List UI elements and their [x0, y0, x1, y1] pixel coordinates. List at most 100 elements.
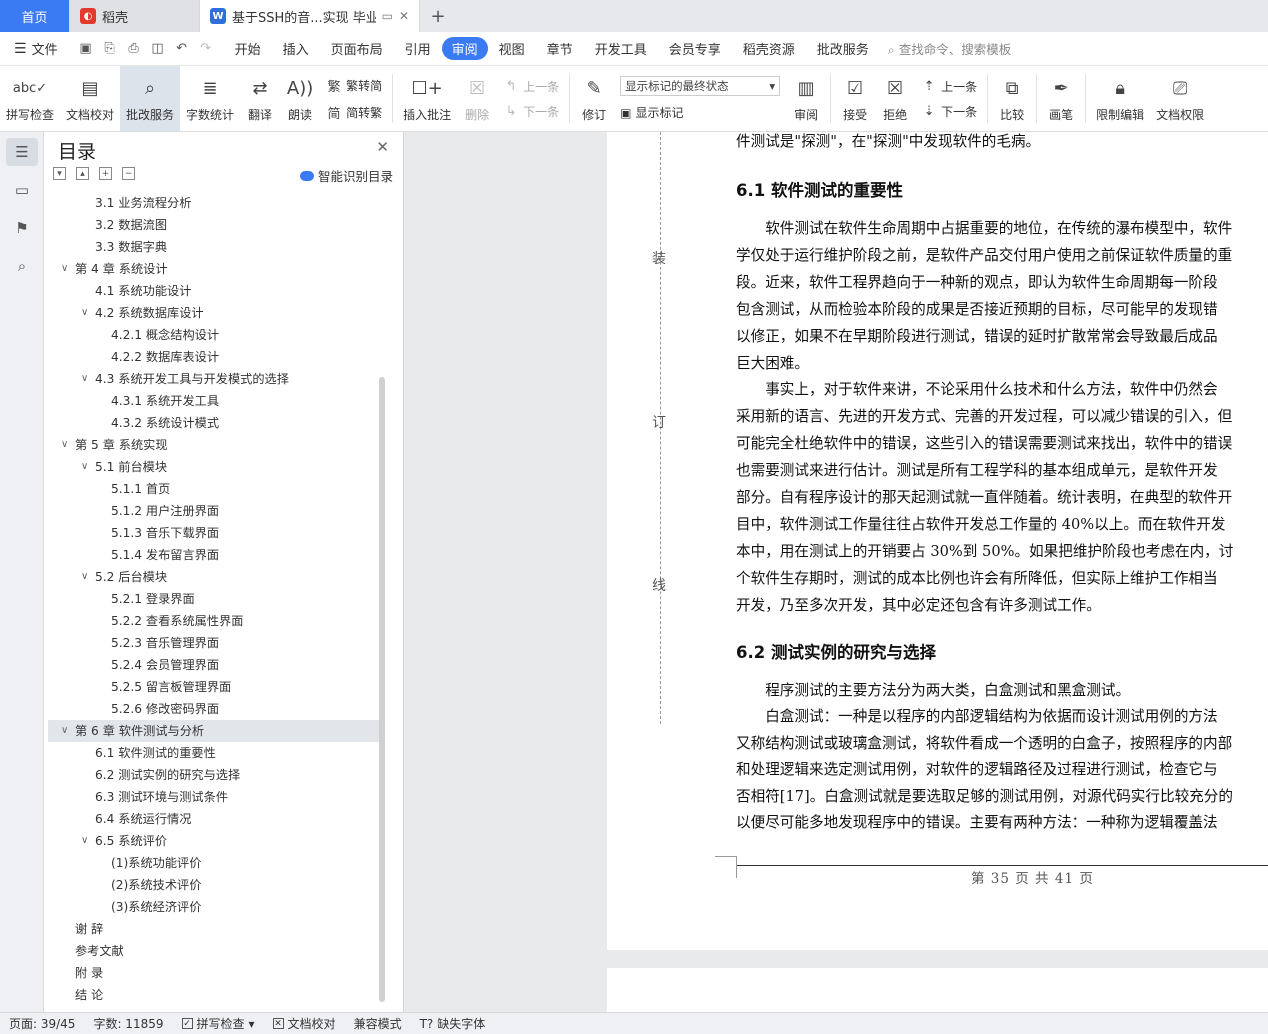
menu-tab[interactable]: 批改服务 — [806, 37, 880, 60]
toc-item[interactable]: 3.3 数据字典 — [48, 236, 380, 258]
toc-panel-icon[interactable]: ☰ — [6, 138, 38, 166]
chevron-down-icon[interactable]: ∨ — [81, 456, 88, 478]
toc-item[interactable]: (2)系统技术评价 — [48, 874, 380, 896]
toc-item[interactable]: ∨ 5.1 前台模块 — [48, 456, 380, 478]
next-comment-button[interactable]: ↳ 下一条 — [503, 103, 559, 120]
remove-heading-icon[interactable]: − — [122, 167, 135, 180]
delete-comment-button[interactable]: ☒ 删除 — [457, 66, 497, 131]
word-count-button[interactable]: ≣ 字数统计 — [180, 66, 240, 131]
toc-item[interactable]: 5.2.6 修改密码界面 — [48, 698, 380, 720]
doc-check-status[interactable]: ✕ 文档校对 — [264, 1015, 345, 1032]
prev-comment-button[interactable]: ↰ 上一条 — [503, 78, 559, 95]
expand-all-icon[interactable]: ▾ — [53, 167, 66, 180]
menu-tab[interactable]: 稻壳资源 — [732, 37, 806, 60]
doc-rights-button[interactable]: ⎚ 文档权限 — [1150, 66, 1210, 131]
review-pane-button[interactable]: ▥ 审阅 — [786, 66, 826, 131]
toc-item[interactable]: ∨ 4.3 系统开发工具与开发模式的选择 — [48, 368, 380, 390]
new-tab-button[interactable]: + — [420, 0, 456, 32]
toc-item[interactable]: 5.2.3 音乐管理界面 — [48, 632, 380, 654]
toc-item[interactable]: 4.3.1 系统开发工具 — [48, 390, 380, 412]
menu-tab[interactable]: 开发工具 — [584, 37, 658, 60]
next-page[interactable] — [607, 968, 1268, 1012]
bookmark-icon[interactable]: ⚑ — [6, 214, 38, 242]
toc-item[interactable]: 5.2.1 登录界面 — [48, 588, 380, 610]
toc-item[interactable]: 5.2.5 留言板管理界面 — [48, 676, 380, 698]
doc-check-button[interactable]: ▤ 文档校对 — [60, 66, 120, 131]
menu-tab[interactable]: 审阅 — [441, 37, 488, 60]
document-page[interactable]: 装 订 线 件测试是"探测"，在"探测"中发现软件的毛病。 6.1 软件测试的重要… — [607, 132, 1268, 950]
toc-item[interactable]: 结 论 — [48, 984, 380, 1006]
toc-item[interactable]: 5.1.3 音乐下载界面 — [48, 522, 380, 544]
toc-item[interactable]: 4.2.2 数据库表设计 — [48, 346, 380, 368]
toc-item[interactable]: 5.1.1 首页 — [48, 478, 380, 500]
add-heading-icon[interactable]: + — [99, 167, 112, 180]
toc-item[interactable]: 附 录 — [48, 962, 380, 984]
menu-tab[interactable]: 会员专享 — [658, 37, 732, 60]
toc-item[interactable]: ∨ 4.2 系统数据库设计 — [48, 302, 380, 324]
show-markup-button[interactable]: ▣ 显示标记 — [620, 104, 780, 121]
page-indicator[interactable]: 页面: 39/45 — [0, 1015, 84, 1032]
toc-item[interactable]: ∨ 第 4 章 系统设计 — [48, 258, 380, 280]
chapter-nav-icon[interactable]: ▭ — [6, 176, 38, 204]
toc-item[interactable]: 谢 辞 — [48, 918, 380, 940]
track-changes-button[interactable]: ✎ 修订 — [574, 66, 614, 131]
read-aloud-button[interactable]: A)) 朗读 — [280, 66, 320, 131]
menu-tab[interactable]: 章节 — [536, 37, 584, 60]
chevron-down-icon[interactable]: ∨ — [81, 302, 88, 324]
pen-button[interactable]: ✒ 画笔 — [1041, 66, 1081, 131]
save-icon[interactable]: ▣ — [78, 41, 94, 56]
toc-item[interactable]: 5.1.2 用户注册界面 — [48, 500, 380, 522]
reject-button[interactable]: ☒ 拒绝 — [875, 66, 915, 131]
next-change-button[interactable]: ⇣ 下一条 — [921, 103, 977, 120]
file-menu[interactable]: ☰ 文件 — [0, 39, 68, 59]
missing-font-status[interactable]: T? 缺失字体 — [411, 1015, 495, 1032]
toc-item[interactable]: (1)系统功能评价 — [48, 852, 380, 874]
search-icon[interactable]: ⌕ — [6, 252, 38, 280]
chevron-down-icon[interactable]: ∨ — [81, 830, 88, 852]
toc-item[interactable]: 5.2.4 会员管理界面 — [48, 654, 380, 676]
print-icon[interactable]: ⎙ — [126, 41, 142, 56]
toc-item[interactable]: 3.2 数据流图 — [48, 214, 380, 236]
chevron-down-icon[interactable]: ∨ — [61, 720, 68, 742]
chevron-down-icon[interactable]: ∨ — [61, 434, 68, 456]
compare-button[interactable]: ⧉ 比较 — [992, 66, 1032, 131]
undo-icon[interactable]: ↶ — [174, 41, 190, 56]
toc-item[interactable]: 6.2 测试实例的研究与选择 — [48, 764, 380, 786]
toc-item[interactable]: 6.3 测试环境与测试条件 — [48, 786, 380, 808]
export-icon[interactable]: ⎘ — [102, 41, 118, 56]
menu-tab[interactable]: 视图 — [488, 37, 536, 60]
review-service-button[interactable]: ⌕ 批改服务 — [120, 66, 181, 131]
tab-home[interactable]: 首页 — [0, 0, 70, 32]
toc-item[interactable]: 参考文献 — [48, 940, 380, 962]
print-preview-icon[interactable]: ◫ — [150, 41, 166, 56]
restrict-edit-button[interactable]: 🔒︎ 限制编辑 — [1090, 66, 1150, 131]
to-simplified-button[interactable]: 简简转繁 — [326, 103, 383, 122]
close-icon[interactable]: ✕ — [376, 138, 389, 156]
toc-item[interactable]: ∨ 第 6 章 软件测试与分析 — [48, 720, 380, 742]
tab-pin-icon[interactable]: ▭ — [382, 9, 393, 23]
toc-item[interactable]: (3)系统经济评价 — [48, 896, 380, 918]
word-count-status[interactable]: 字数: 11859 — [84, 1015, 172, 1032]
chevron-down-icon[interactable]: ∨ — [81, 566, 88, 588]
spell-check-button[interactable]: abc✓ 拼写检查 — [0, 66, 60, 131]
menu-tab[interactable]: 开始 — [224, 37, 272, 60]
chevron-down-icon[interactable]: ∨ — [61, 258, 68, 280]
smart-toc-button[interactable]: 智能识别目录 — [299, 166, 393, 185]
toc-item[interactable]: 4.3.2 系统设计模式 — [48, 412, 380, 434]
menu-tab[interactable]: 引用 — [394, 37, 442, 60]
to-traditional-button[interactable]: 繁繁转简 — [326, 76, 383, 95]
toc-item[interactable]: 5.2.2 查看系统属性界面 — [48, 610, 380, 632]
tab-close-icon[interactable]: ✕ — [399, 9, 409, 23]
command-search[interactable]: ⌕ 查找命令、搜索模板 — [888, 39, 1012, 58]
toc-item[interactable]: 5.1.4 发布留言界面 — [48, 544, 380, 566]
tab-daoke[interactable]: ◐ 稻壳 — [70, 0, 200, 32]
toc-item[interactable]: ∨ 5.2 后台模块 — [48, 566, 380, 588]
spell-check-status[interactable]: ✓ 拼写检查 ▾ — [173, 1015, 264, 1032]
prev-change-button[interactable]: ⇡ 上一条 — [921, 78, 977, 95]
toc-item[interactable]: 6.4 系统运行情况 — [48, 808, 380, 830]
toc-item[interactable]: 3.1 业务流程分析 — [48, 192, 380, 214]
insert-comment-button[interactable]: ☐+ 插入批注 — [397, 66, 457, 131]
collapse-all-icon[interactable]: ▴ — [76, 167, 89, 180]
redo-icon[interactable]: ↷ — [198, 41, 214, 56]
toc-item[interactable]: 6.1 软件测试的重要性 — [48, 742, 380, 764]
